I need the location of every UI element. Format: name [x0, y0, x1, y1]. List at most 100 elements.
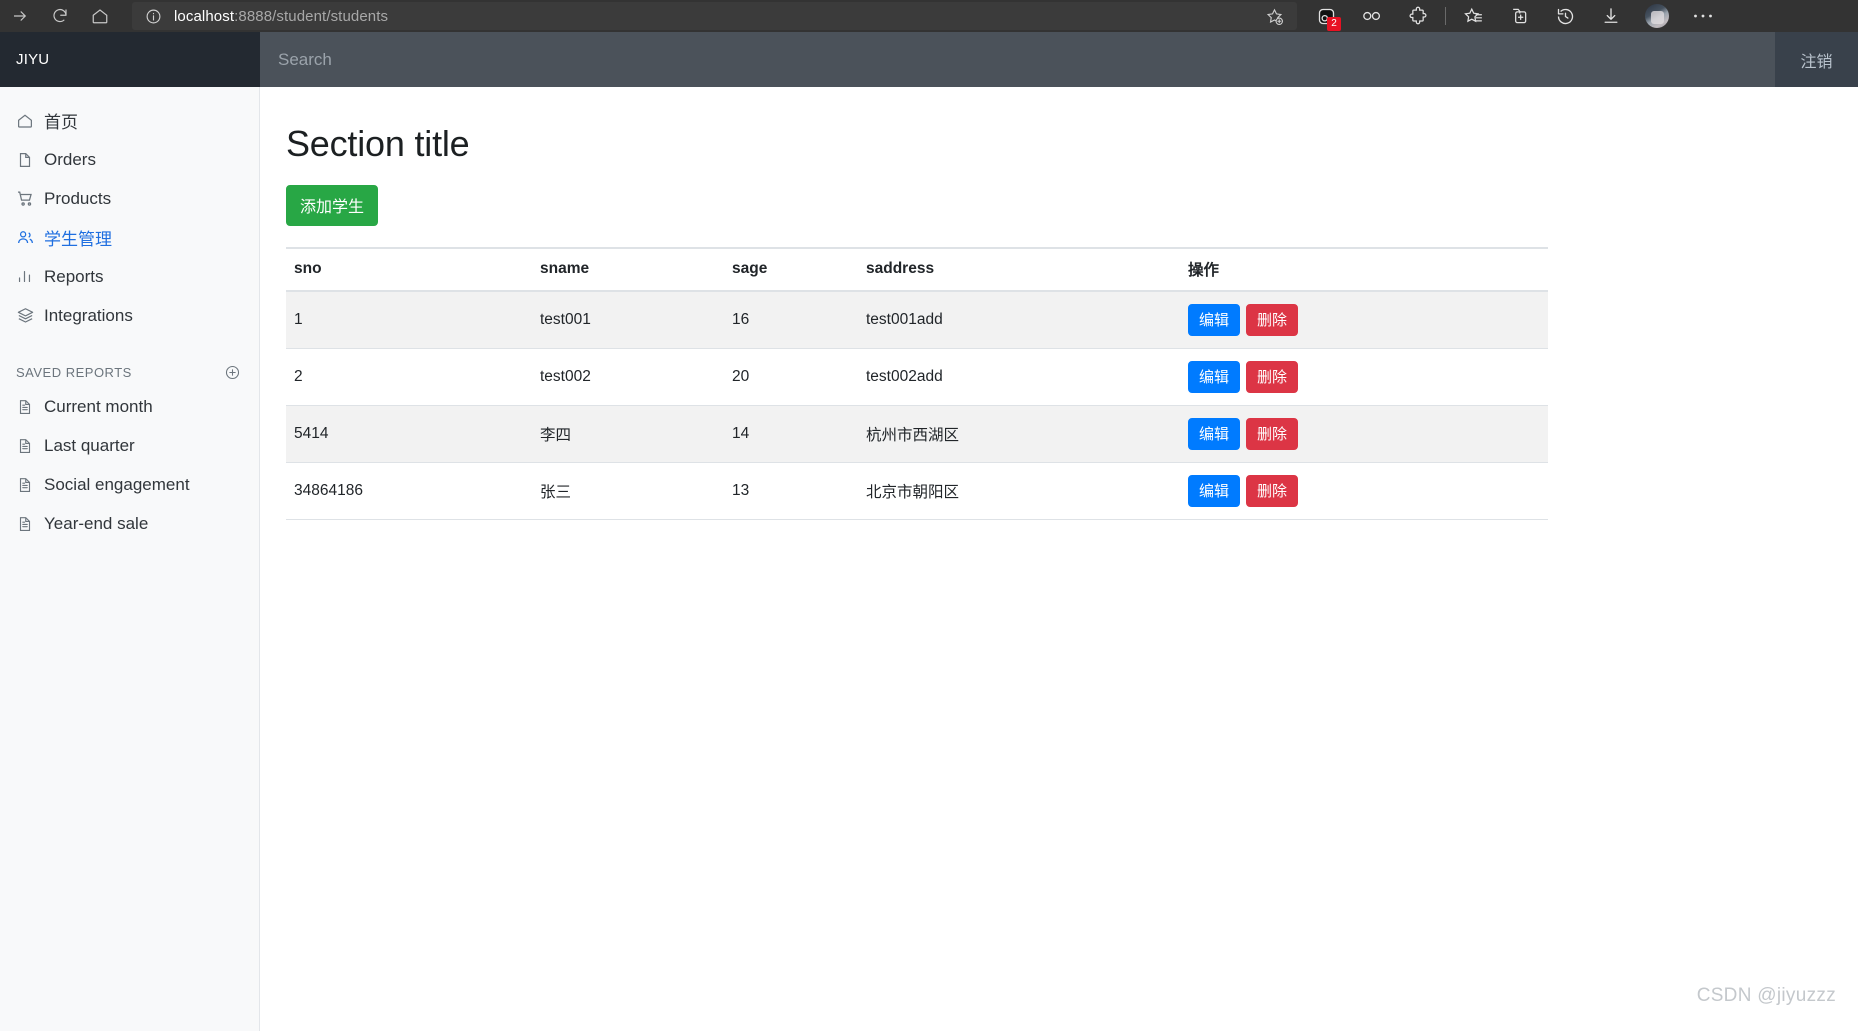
arrow-right-icon — [14, 11, 27, 21]
cell-saddress: 杭州市西湖区 — [858, 405, 1180, 463]
cell-sname: test001 — [532, 291, 724, 349]
url-host: localhost — [174, 7, 235, 25]
cell-sname: 张三 — [532, 462, 724, 520]
collections-badge: 2 — [1327, 17, 1341, 31]
sidebar-item-home[interactable]: 首页 — [0, 101, 259, 140]
add-report-icon[interactable] — [224, 364, 241, 381]
extensions-icon[interactable] — [1395, 0, 1441, 32]
sidebar-item-social-engagement[interactable]: Social engagement — [0, 465, 259, 504]
cell-sno: 34864186 — [286, 462, 532, 520]
address-bar[interactable]: localhost:8888/student/students — [132, 2, 1297, 30]
cell-saddress: test001add — [858, 291, 1180, 349]
puzzle-piece-icon — [1409, 6, 1427, 25]
avatar — [1645, 4, 1669, 28]
sidebar-item-label: Integrations — [44, 305, 133, 325]
sidebar-item-label: Last quarter — [44, 435, 135, 455]
table-row: 2 test002 20 test002add 编辑 删除 — [286, 348, 1548, 406]
profile-avatar[interactable] — [1634, 0, 1680, 32]
home-icon — [92, 9, 108, 24]
delete-button[interactable]: 删除 — [1246, 475, 1299, 507]
table-header: sno sname sage saddress 操作 — [286, 247, 1548, 292]
sidebar-item-reports[interactable]: Reports — [0, 257, 259, 296]
column-header-sage: sage — [724, 247, 858, 292]
clock-back-icon — [1557, 8, 1573, 24]
edit-button[interactable]: 编辑 — [1188, 418, 1241, 450]
collections-icon[interactable] — [1496, 0, 1542, 32]
cell-operations: 编辑 删除 — [1180, 348, 1548, 406]
download-arrow-icon — [1604, 8, 1618, 23]
main-content: Section title 添加学生 sno sname sage saddre… — [260, 87, 1858, 1031]
url-path: :8888/student/students — [234, 7, 389, 25]
logout-button[interactable]: 注销 — [1775, 32, 1858, 87]
browser-essentials-icon[interactable]: 2 — [1303, 0, 1349, 32]
application-root: JIYU 注销 首页 Orders Products — [0, 32, 1858, 1031]
table-row: 1 test001 16 test001add 编辑 删除 — [286, 291, 1548, 349]
cell-sage: 20 — [724, 348, 858, 406]
delete-button[interactable]: 删除 — [1246, 361, 1299, 393]
users-icon — [16, 227, 42, 249]
column-header-saddress: saddress — [858, 247, 1180, 292]
sidebar-item-orders[interactable]: Orders — [0, 140, 259, 179]
browser-nav-buttons — [0, 0, 120, 32]
layers-icon — [16, 305, 42, 327]
sidebar-item-label: Year-end sale — [44, 513, 149, 533]
sidebar-item-label: Social engagement — [44, 474, 190, 494]
sidebar-item-integrations[interactable]: Integrations — [0, 296, 259, 335]
browser-toolbar: localhost:8888/student/students 2 — [0, 0, 1858, 32]
cell-saddress: test002add — [858, 348, 1180, 406]
address-bar-actions — [1259, 2, 1289, 30]
settings-more-icon[interactable] — [1680, 0, 1726, 32]
site-info-icon[interactable] — [140, 3, 166, 29]
sidebar-item-label: Orders — [44, 149, 96, 169]
edit-button[interactable]: 编辑 — [1188, 361, 1241, 393]
shopping-icon[interactable] — [1349, 0, 1395, 32]
downloads-icon[interactable] — [1588, 0, 1634, 32]
sidebar-item-last-quarter[interactable]: Last quarter — [0, 426, 259, 465]
sidebar-item-year-end-sale[interactable]: Year-end sale — [0, 504, 259, 543]
cell-sname: test002 — [532, 348, 724, 406]
favorites-icon[interactable] — [1450, 0, 1496, 32]
column-header-sno: sno — [286, 247, 532, 292]
cell-sno: 1 — [286, 291, 532, 349]
app-brand[interactable]: JIYU — [0, 32, 260, 87]
sidebar-item-student-management[interactable]: 学生管理 — [0, 218, 259, 257]
home-button[interactable] — [80, 0, 120, 32]
brand-label: JIYU — [16, 51, 50, 68]
cell-operations: 编辑 删除 — [1180, 291, 1548, 349]
info-circle-icon — [146, 9, 160, 23]
home-icon — [16, 110, 42, 132]
ellipsis-icon — [1694, 14, 1712, 18]
sidebar-item-current-month[interactable]: Current month — [0, 387, 259, 426]
cell-sno: 5414 — [286, 405, 532, 463]
add-student-button[interactable]: 添加学生 — [286, 185, 379, 226]
sidebar-item-label: Products — [44, 188, 112, 208]
logout-label: 注销 — [1800, 53, 1833, 71]
table-body: 1 test001 16 test001add 编辑 删除 2 test002 2… — [286, 291, 1548, 520]
address-bar-url: localhost:8888/student/students — [174, 8, 388, 25]
delete-button[interactable]: 删除 — [1246, 304, 1299, 336]
forward-button[interactable] — [0, 0, 40, 32]
file-text-icon — [16, 474, 42, 496]
sidebar-item-label: 学生管理 — [44, 230, 112, 249]
file-text-icon — [16, 513, 42, 535]
file-text-icon — [16, 396, 42, 418]
table-header-row: sno sname sage saddress 操作 — [286, 247, 1548, 292]
sidebar-bottom-edge — [0, 1025, 260, 1031]
column-header-sname: sname — [532, 247, 724, 292]
refresh-button[interactable] — [40, 0, 80, 32]
sidebar-item-products[interactable]: Products — [0, 179, 259, 218]
cell-saddress: 北京市朝阳区 — [858, 462, 1180, 520]
edit-button[interactable]: 编辑 — [1188, 304, 1241, 336]
add-favorite-icon[interactable] — [1259, 2, 1289, 30]
search-input[interactable] — [278, 49, 1775, 70]
refresh-icon — [53, 8, 67, 23]
delete-button[interactable]: 删除 — [1246, 418, 1299, 450]
edit-button[interactable]: 编辑 — [1188, 475, 1241, 507]
toolbar-divider — [1445, 7, 1446, 25]
cell-operations: 编辑 删除 — [1180, 405, 1548, 463]
infinity-icon — [1363, 11, 1381, 21]
bottom-strip — [0, 1025, 1858, 1031]
watermark: CSDN @jiyuzzz — [1696, 985, 1836, 1006]
sidebar: 首页 Orders Products 学生管理 Reports Integrat… — [0, 87, 260, 1031]
history-icon[interactable] — [1542, 0, 1588, 32]
